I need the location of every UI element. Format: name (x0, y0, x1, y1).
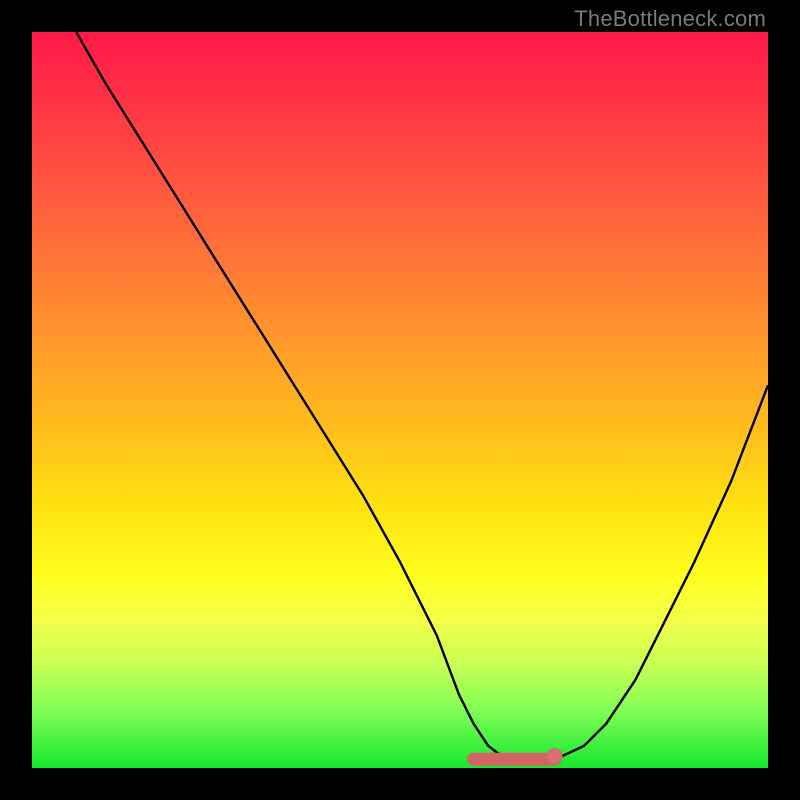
chart-gradient-background (32, 32, 768, 768)
watermark-text: TheBottleneck.com (574, 6, 766, 32)
chart-frame: TheBottleneck.com (0, 0, 800, 800)
